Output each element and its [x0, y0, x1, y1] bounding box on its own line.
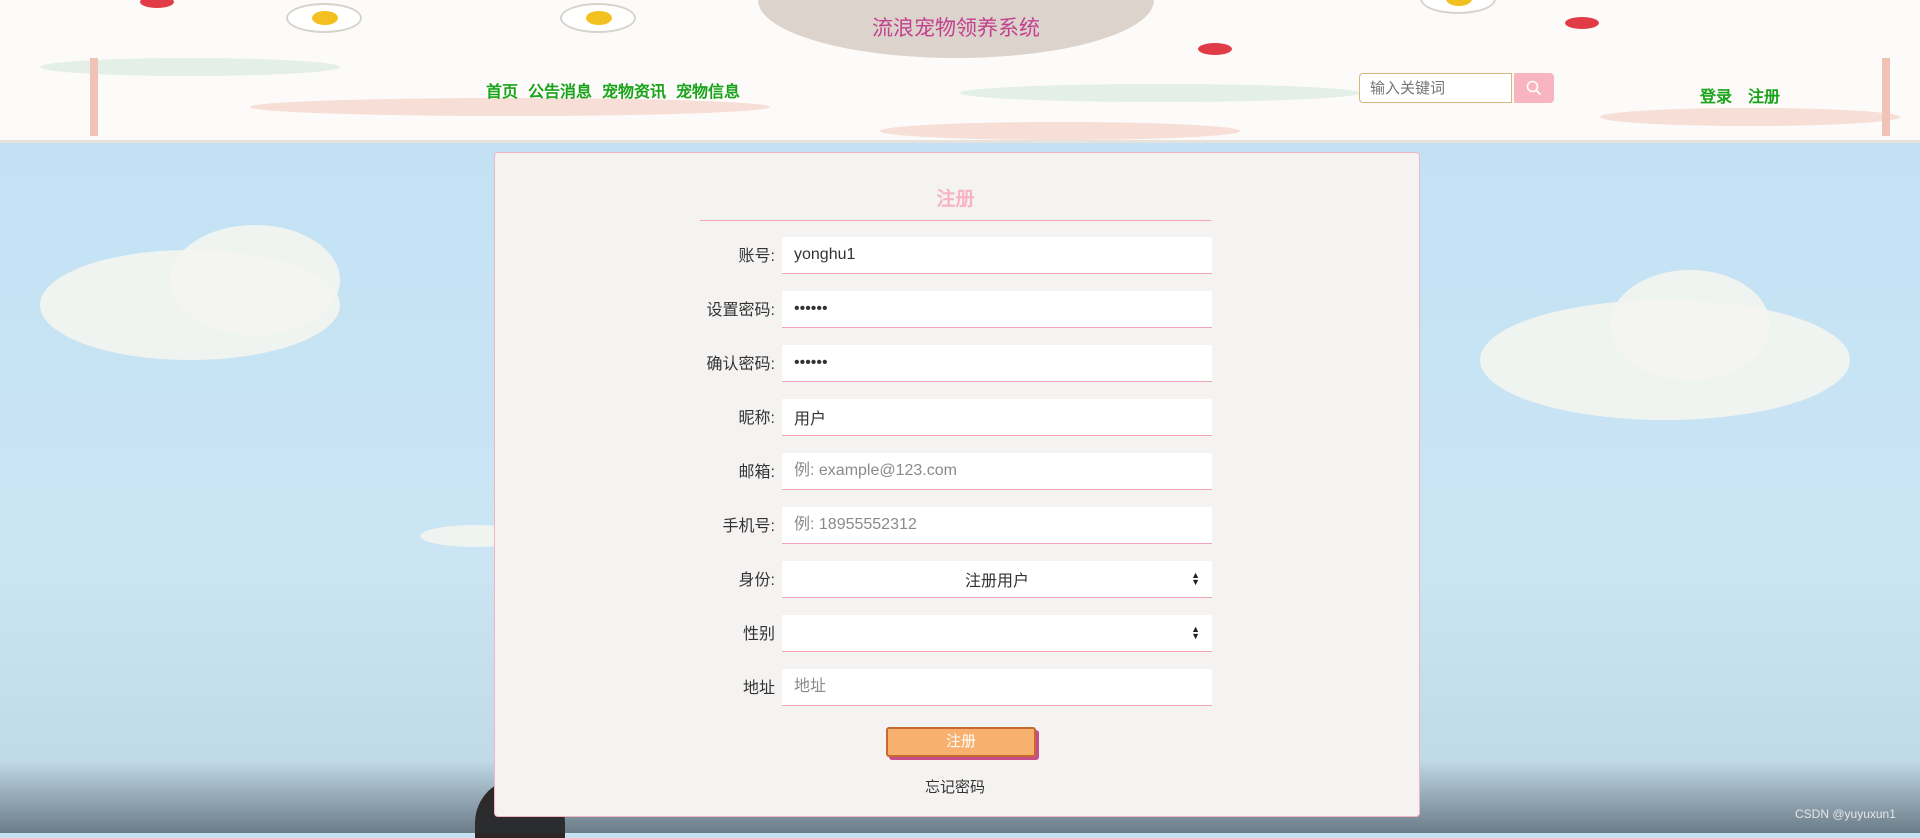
email-input[interactable] [782, 453, 1212, 490]
password-label: 设置密码: [706, 302, 775, 319]
confirm-password-input[interactable] [782, 345, 1212, 382]
decor-stripe [880, 122, 1240, 140]
title-divider [700, 220, 1211, 221]
role-select[interactable]: 注册用户 ▲ ▼ [782, 561, 1212, 598]
search-input[interactable] [1359, 73, 1512, 103]
watermark: CSDN @yuyuxun1 [1795, 807, 1896, 821]
strawberry-decor [1565, 17, 1599, 29]
address-label: 地址 [742, 680, 775, 697]
nav-item-announcements[interactable]: 公告消息 [528, 78, 592, 102]
fried-egg-decor [286, 3, 362, 33]
cloud-left-top [170, 225, 340, 335]
role-label: 身份: [738, 572, 775, 589]
role-select-value: 注册用户 [964, 573, 1029, 590]
password-input[interactable] [782, 291, 1212, 328]
nickname-input[interactable] [782, 399, 1212, 436]
nickname-label: 昵称: [738, 410, 775, 427]
sort-arrows-icon: ▲ ▼ [1191, 570, 1200, 587]
sort-arrows-icon: ▲ ▼ [1191, 624, 1200, 641]
phone-label: 手机号: [722, 518, 775, 535]
gender-select[interactable]: ▲ ▼ [782, 615, 1212, 652]
main-nav: 首页 公告消息 宠物资讯 宠物信息 [486, 78, 740, 102]
search-icon [1526, 80, 1542, 96]
strawberry-decor [1198, 43, 1232, 55]
address-input[interactable] [782, 669, 1212, 706]
account-label: 账号: [738, 248, 775, 265]
forgot-password-link[interactable]: 忘记密码 [900, 776, 1010, 797]
account-input[interactable] [782, 237, 1212, 274]
strawberry-decor [140, 0, 174, 8]
site-title: 流浪宠物领养系统 [872, 17, 1040, 40]
decor-stripe [40, 58, 340, 76]
email-label: 邮箱: [738, 464, 775, 481]
register-submit-button[interactable]: 注册 [886, 727, 1036, 757]
gender-label: 性别 [742, 626, 775, 643]
register-link[interactable]: 注册 [1748, 83, 1780, 107]
fried-egg-decor [1420, 0, 1496, 14]
confirm-password-label: 确认密码: [706, 356, 775, 373]
fried-egg-decor [560, 3, 636, 33]
nav-item-pet-info[interactable]: 宠物信息 [676, 78, 740, 102]
decor-post [1882, 58, 1890, 136]
decor-stripe [1600, 108, 1900, 126]
login-link[interactable]: 登录 [1700, 83, 1732, 107]
decor-stripe [960, 84, 1360, 102]
form-title: 注册 [936, 189, 975, 210]
cloud-right-top [1610, 270, 1770, 380]
nav-item-home[interactable]: 首页 [486, 78, 518, 102]
decor-post [90, 58, 98, 136]
nav-item-pet-news[interactable]: 宠物资讯 [602, 78, 666, 102]
search-button[interactable] [1514, 73, 1554, 103]
phone-input[interactable] [782, 507, 1212, 544]
header: 流浪宠物领养系统 首页 公告消息 宠物资讯 宠物信息 登录 注册 [0, 0, 1920, 143]
